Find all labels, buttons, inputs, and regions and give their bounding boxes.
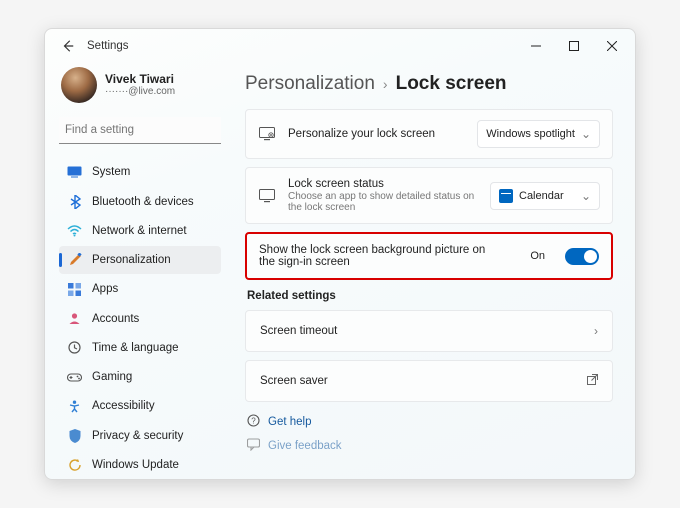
- minimize-button[interactable]: [517, 31, 555, 61]
- related-settings-heading: Related settings: [247, 290, 613, 302]
- screen-timeout-link[interactable]: Screen timeout ›: [245, 310, 613, 352]
- sidebar-item-accessibility[interactable]: Accessibility: [59, 392, 221, 420]
- feedback-icon: [247, 438, 260, 454]
- card-subtitle: Choose an app to show detailed status on…: [288, 191, 478, 213]
- sidebar-item-label: Network & internet: [92, 225, 187, 237]
- update-icon: [67, 457, 82, 472]
- breadcrumb: Personalization › Lock screen: [245, 63, 613, 109]
- sidebar-item-label: Windows Update: [92, 459, 179, 471]
- user-email: ·······@live.com: [105, 86, 175, 98]
- system-icon: [67, 165, 82, 180]
- main-content: Personalization › Lock screen Personaliz…: [231, 63, 635, 479]
- sidebar-item-privacy[interactable]: Privacy & security: [59, 422, 221, 450]
- sidebar-item-label: Time & language: [92, 342, 179, 354]
- clock-icon: [67, 340, 82, 355]
- close-icon: [607, 41, 617, 51]
- sidebar-item-personalization[interactable]: Personalization: [59, 246, 221, 274]
- external-link-icon: [587, 374, 598, 388]
- link-label: Get help: [268, 416, 311, 428]
- page-title: Lock screen: [396, 73, 507, 95]
- get-help-link[interactable]: ? Get help: [245, 410, 613, 434]
- accounts-icon: [67, 311, 82, 326]
- breadcrumb-parent[interactable]: Personalization: [245, 73, 375, 95]
- help-links: ? Get help Give feedback: [245, 410, 613, 458]
- avatar: [61, 67, 97, 103]
- sidebar-item-label: Bluetooth & devices: [92, 196, 194, 208]
- user-name: Vivek Tiwari: [105, 72, 175, 86]
- maximize-icon: [569, 41, 579, 51]
- sidebar-item-label: Personalization: [92, 254, 171, 266]
- monitor-icon: [258, 125, 276, 143]
- user-profile[interactable]: Vivek Tiwari ·······@live.com: [59, 63, 221, 113]
- personalize-dropdown[interactable]: Windows spotlight ⌄: [477, 120, 600, 148]
- sidebar-item-apps[interactable]: Apps: [59, 275, 221, 303]
- give-feedback-link[interactable]: Give feedback: [245, 434, 613, 458]
- window-controls: [517, 31, 631, 61]
- dropdown-value: Calendar: [519, 190, 564, 202]
- app-title: Settings: [87, 40, 129, 52]
- toggle-state-label: On: [530, 250, 545, 262]
- back-arrow-icon: [61, 39, 75, 53]
- sidebar-item-label: Gaming: [92, 371, 132, 383]
- sidebar-item-time[interactable]: Time & language: [59, 334, 221, 362]
- nav-list: System Bluetooth & devices Network & int…: [59, 158, 221, 479]
- card-title: Show the lock screen background picture …: [259, 244, 489, 268]
- background-toggle[interactable]: [565, 248, 599, 265]
- wifi-icon: [67, 223, 82, 238]
- sidebar-item-system[interactable]: System: [59, 158, 221, 186]
- personalize-lock-card[interactable]: Personalize your lock screen Windows spo…: [245, 109, 613, 159]
- monitor-status-icon: [258, 187, 276, 205]
- settings-window: Settings Vivek Tiwari ·······@live.com: [44, 28, 636, 480]
- apps-icon: [67, 282, 82, 297]
- close-button[interactable]: [593, 31, 631, 61]
- card-title: Personalize your lock screen: [288, 128, 465, 140]
- minimize-icon: [531, 41, 541, 51]
- user-text: Vivek Tiwari ·······@live.com: [105, 72, 175, 98]
- bluetooth-icon: [67, 194, 82, 209]
- show-background-card[interactable]: Show the lock screen background picture …: [245, 232, 613, 280]
- sidebar-item-label: System: [92, 166, 130, 178]
- chevron-down-icon: ⌄: [581, 127, 591, 141]
- dropdown-value: Windows spotlight: [486, 128, 575, 140]
- help-icon: ?: [247, 414, 260, 430]
- titlebar: Settings: [45, 29, 635, 63]
- sidebar-item-update[interactable]: Windows Update: [59, 451, 221, 479]
- calendar-icon: [499, 189, 513, 203]
- link-label: Screen timeout: [260, 325, 337, 337]
- lock-status-card[interactable]: Lock screen status Choose an app to show…: [245, 167, 613, 224]
- search-input[interactable]: [65, 124, 219, 136]
- maximize-button[interactable]: [555, 31, 593, 61]
- back-button[interactable]: [55, 33, 81, 59]
- accessibility-icon: [67, 399, 82, 414]
- sidebar-item-label: Accessibility: [92, 400, 155, 412]
- chevron-right-icon: ›: [594, 324, 598, 338]
- svg-text:?: ?: [251, 417, 256, 426]
- gaming-icon: [67, 370, 82, 385]
- status-app-dropdown[interactable]: Calendar ⌄: [490, 182, 600, 210]
- sidebar-item-label: Apps: [92, 283, 118, 295]
- search-box[interactable]: [59, 117, 221, 144]
- sidebar-item-bluetooth[interactable]: Bluetooth & devices: [59, 188, 221, 216]
- chevron-down-icon: ⌄: [581, 189, 591, 203]
- sidebar-item-gaming[interactable]: Gaming: [59, 363, 221, 391]
- sidebar-item-label: Accounts: [92, 313, 139, 325]
- sidebar-item-network[interactable]: Network & internet: [59, 217, 221, 245]
- card-title: Lock screen status: [288, 178, 478, 190]
- sidebar: Vivek Tiwari ·······@live.com System Blu…: [45, 63, 231, 479]
- sidebar-item-accounts[interactable]: Accounts: [59, 305, 221, 333]
- screen-saver-link[interactable]: Screen saver: [245, 360, 613, 402]
- link-label: Give feedback: [268, 440, 342, 452]
- link-label: Screen saver: [260, 375, 328, 387]
- chevron-right-icon: ›: [383, 76, 388, 92]
- sidebar-item-label: Privacy & security: [92, 430, 183, 442]
- paintbrush-icon: [67, 253, 82, 268]
- shield-icon: [67, 428, 82, 443]
